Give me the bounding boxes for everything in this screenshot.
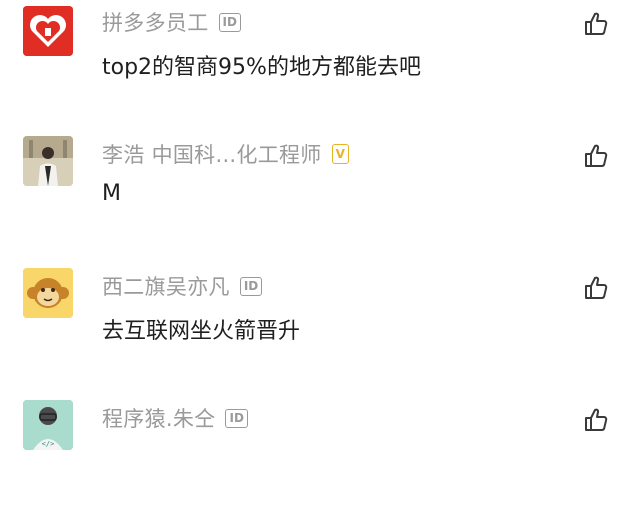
thumbs-up-icon — [585, 276, 608, 299]
id-badge: ID — [239, 276, 263, 296]
avatar[interactable] — [23, 136, 73, 186]
username[interactable]: 西二旗吴亦凡 — [102, 271, 230, 301]
thumbs-up-icon — [585, 12, 608, 35]
pinduoduo-logo-icon — [23, 6, 73, 56]
id-badge: ID — [218, 12, 241, 32]
thumbs-up-icon — [585, 408, 608, 431]
like-button[interactable] — [582, 142, 610, 170]
comment-text: top2的智商95%的地方都能去吧 — [102, 55, 421, 80]
comment-text: 去互联网坐火箭晋升 — [102, 319, 301, 344]
comment-item: </> 程序猿.朱仝 ID — [0, 398, 641, 532]
avatar[interactable] — [23, 6, 73, 56]
person-photo-icon — [23, 136, 73, 186]
comment-text: M — [102, 181, 121, 206]
programmer-avatar-icon: </> — [23, 400, 73, 450]
username[interactable]: 李浩 中国科...化工程师 — [102, 139, 322, 169]
svg-text:</>: </> — [42, 440, 55, 448]
like-button[interactable] — [582, 274, 610, 302]
username[interactable]: 拼多多员工 — [102, 7, 209, 37]
avatar[interactable] — [23, 268, 73, 318]
avatar[interactable]: </> — [23, 400, 73, 450]
comment-item: 李浩 中国科...化工程师 V M — [0, 132, 641, 266]
comment-header: 西二旗吴亦凡 ID — [102, 271, 263, 301]
comment-item: 西二旗吴亦凡 ID 去互联网坐火箭晋升 — [0, 264, 641, 398]
monkey-face-icon — [23, 268, 73, 318]
comment-item: 拼多多员工 ID top2的智商95%的地方都能去吧 — [0, 0, 641, 134]
comment-header: 程序猿.朱仝 ID — [102, 403, 248, 433]
like-button[interactable] — [582, 406, 610, 434]
verified-badge: V — [331, 144, 349, 164]
id-badge: ID — [225, 408, 248, 428]
thumbs-up-icon — [585, 144, 608, 167]
username[interactable]: 程序猿.朱仝 — [102, 403, 215, 433]
comment-header: 李浩 中国科...化工程师 V — [102, 139, 349, 169]
comment-list: 拼多多员工 ID top2的智商95%的地方都能去吧 李浩 中国科...化工程师 — [0, 0, 641, 450]
comment-header: 拼多多员工 ID — [102, 7, 241, 37]
like-button[interactable] — [582, 10, 610, 38]
